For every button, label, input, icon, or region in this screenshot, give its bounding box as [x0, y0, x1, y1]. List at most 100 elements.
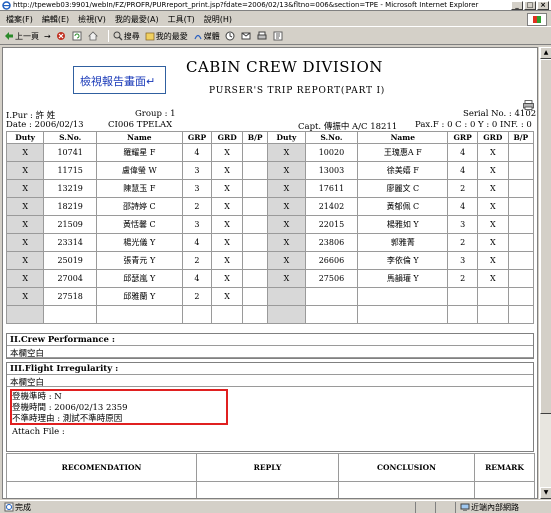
cell-sno: 26606	[304, 251, 359, 270]
cell-name: 陳慧玉 F	[96, 179, 183, 198]
cell-grd: X	[211, 143, 244, 162]
forward-button[interactable]: →	[44, 32, 51, 41]
cell-bp	[507, 251, 535, 270]
cell-grp: 3	[181, 161, 213, 180]
home-icon	[87, 31, 98, 41]
report-subtitle: PURSER'S TRIP REPORT(PART I)	[209, 86, 386, 96]
cell-grd: X	[211, 179, 244, 198]
remark-cell	[474, 481, 535, 498]
cell-sno: 17611	[304, 179, 359, 198]
cell-name	[357, 305, 449, 324]
close-button[interactable]: ×	[537, 0, 549, 10]
cell-grd: X	[476, 269, 509, 288]
menu-file[interactable]: 檔案(F)	[6, 14, 33, 25]
scroll-up-arrow-icon[interactable]: ▲	[540, 47, 551, 59]
zone-text: 近端內部網路	[471, 502, 519, 512]
highlight-box	[10, 389, 228, 425]
recommendation-header: RECOMENDATION	[6, 453, 197, 482]
cell-sno	[43, 305, 98, 324]
cell-bp	[507, 143, 535, 162]
cell-name: 邵詩婷 C	[96, 197, 183, 216]
table-row: X 23314 楊光儀 Y 4 X X 23806 郭雅菁 2 X	[5, 233, 535, 252]
scroll-down-arrow-icon[interactable]: ▼	[540, 487, 551, 499]
cell-sno: 13219	[43, 179, 98, 198]
cell-grd: X	[211, 197, 244, 216]
vertical-scrollbar[interactable]: ▲ ▼	[539, 47, 551, 499]
edit-button[interactable]	[273, 31, 284, 41]
cell-duty	[267, 287, 306, 306]
cell-bp	[242, 287, 269, 306]
cell-duty: X	[5, 215, 45, 234]
cell-grd	[476, 287, 509, 306]
menu-edit[interactable]: 編輯(E)	[42, 14, 69, 25]
cell-sno: 18219	[43, 197, 98, 216]
cell-grp: 2	[181, 197, 213, 216]
table-row: X 10741 羅耀星 F 4 X X 10020 王瑰惠A F4X	[5, 143, 535, 162]
cell-bp	[507, 305, 535, 324]
cell-name: 黃恬馨 C	[96, 215, 183, 234]
menu-favorites[interactable]: 我的最愛(A)	[115, 14, 159, 25]
cell-duty	[267, 305, 306, 324]
conclusion-cell	[338, 481, 475, 498]
maximize-button[interactable]: □	[524, 0, 536, 10]
cell-bp	[242, 215, 269, 234]
cell-duty	[5, 305, 45, 324]
cell-grp	[447, 287, 478, 306]
search-button[interactable]: 搜尋	[113, 31, 140, 42]
back-button[interactable]: 上一頁	[4, 31, 39, 42]
cell-grp: 3	[181, 215, 213, 234]
cell-sno: 21509	[43, 215, 98, 234]
response-table: RECOMENDATION REPLY CONCLUSION REMARK	[6, 453, 535, 498]
home-button[interactable]	[87, 31, 99, 41]
cell-bp	[507, 215, 535, 234]
col-name: Name	[357, 131, 449, 144]
cell-bp	[242, 251, 269, 270]
cell-bp	[242, 179, 269, 198]
cell-sno: 23806	[304, 233, 359, 252]
table-row: X 21509 黃恬馨 C 3 X X 22015 楊雅如 Y3X	[5, 215, 535, 234]
window-titlebar: http://tpeweb03:9901/webIn/FZ/PROFR/PURr…	[0, 0, 551, 11]
cell-sno: 22015	[304, 215, 359, 234]
windows-logo-icon	[527, 13, 547, 26]
menu-view[interactable]: 檢視(V)	[78, 14, 106, 25]
cell-grp	[181, 305, 213, 324]
table-row: X 13219 陳慧玉 F 3 X X 17611 廖麗文 C2X	[5, 179, 535, 198]
mail-button[interactable]	[241, 31, 252, 41]
cell-grp: 2	[447, 233, 478, 252]
menu-tools[interactable]: 工具(T)	[168, 14, 195, 25]
cell-grp: 2	[447, 269, 478, 288]
history-button[interactable]	[225, 31, 236, 41]
recommendation-cell	[6, 481, 197, 498]
crew-table: Duty S.No. Name GRP GRD B/P Duty S.No. N…	[5, 131, 535, 324]
cell-bp	[507, 287, 535, 306]
print-button[interactable]	[257, 31, 268, 41]
cell-name: 盧偉螢 W	[96, 161, 183, 180]
menu-help[interactable]: 說明(H)	[204, 14, 232, 25]
window-title: http://tpeweb03:9901/webIn/FZ/PROFR/PURr…	[13, 1, 479, 9]
table-row: X 27518 邱雅蘭 Y2X	[5, 287, 535, 306]
cell-name: 徐美嬉 F	[357, 161, 449, 180]
cell-name: 楊雅如 Y	[357, 215, 449, 234]
cell-grd: X	[476, 197, 509, 216]
cell-grp: 4	[181, 143, 213, 162]
remark-header: REMARK	[474, 453, 535, 482]
stop-button[interactable]	[56, 31, 67, 41]
col-grd: GRD	[211, 131, 244, 144]
cell-grp: 4	[181, 269, 213, 288]
col-grd: GRD	[476, 131, 509, 144]
table-row: X 27004 邱瑟嵐 Y 4 X X 27506 馬韻瓘 Y2X	[5, 269, 535, 288]
media-button[interactable]: 媒體	[193, 31, 220, 42]
refresh-button[interactable]	[72, 31, 83, 41]
cell-grd: X	[476, 161, 509, 180]
minimize-button[interactable]: _	[511, 0, 523, 10]
table-row	[5, 305, 535, 324]
cell-name: 郭雅菁	[357, 233, 449, 252]
cell-sno: 10020	[304, 143, 359, 162]
col-duty: Duty	[5, 131, 45, 144]
annotation-callout: 檢視報告畫面↵	[73, 66, 166, 94]
report-title: CABIN CREW DIVISION	[186, 58, 383, 76]
scrollbar-thumb[interactable]	[540, 59, 551, 414]
cell-grd	[211, 305, 244, 324]
favorites-button[interactable]: 我的最愛	[145, 31, 188, 42]
cell-grd: X	[476, 143, 509, 162]
